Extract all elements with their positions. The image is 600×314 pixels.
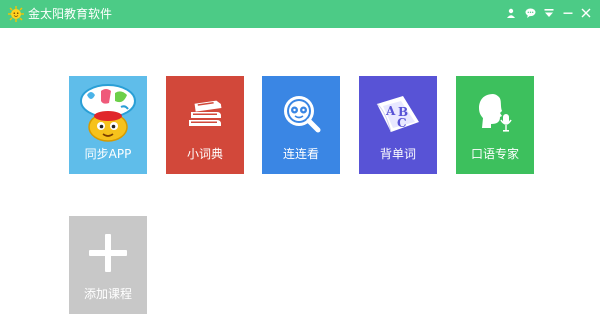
svg-text:A: A [385, 104, 396, 118]
svg-text:C: C [397, 116, 407, 130]
cartoon-sun-app-icon [69, 84, 147, 142]
tile-sync-app[interactable]: 同步APP [69, 76, 147, 174]
title-bar: 金太阳教育软件 [0, 0, 600, 28]
speaking-head-icon [456, 84, 534, 142]
tile-label: 背单词 [379, 147, 416, 161]
minimize-icon [563, 12, 573, 14]
app-title: 金太阳教育软件 [28, 7, 113, 21]
tile-memorize-words[interactable]: A B C 背单词 [359, 76, 437, 174]
chat-icon [525, 8, 535, 18]
books-icon [166, 84, 244, 142]
add-course-tile[interactable]: 添加课程 [69, 216, 147, 314]
user-icon [507, 8, 515, 18]
tile-match-game[interactable]: 连连看 [262, 76, 340, 174]
tile-label: 连连看 [282, 147, 319, 161]
close-button[interactable] [578, 5, 594, 21]
close-icon [581, 8, 591, 18]
tile-label: 同步APP [84, 147, 132, 161]
tile-dictionary[interactable]: 小词典 [166, 76, 244, 174]
menu-dropdown-button[interactable] [541, 5, 557, 21]
user-button[interactable] [503, 5, 519, 21]
tile-label: 小词典 [186, 147, 223, 161]
chat-button[interactable] [522, 5, 538, 21]
tile-label: 口语专家 [470, 147, 519, 161]
magnifier-face-icon [262, 84, 340, 142]
dropdown-icon [544, 9, 554, 17]
sun-logo-icon [8, 6, 24, 22]
abc-letters-icon: A B C [359, 84, 437, 142]
plus-icon [69, 224, 147, 282]
tile-speaking-expert[interactable]: 口语专家 [456, 76, 534, 174]
minimize-button[interactable] [560, 5, 576, 21]
